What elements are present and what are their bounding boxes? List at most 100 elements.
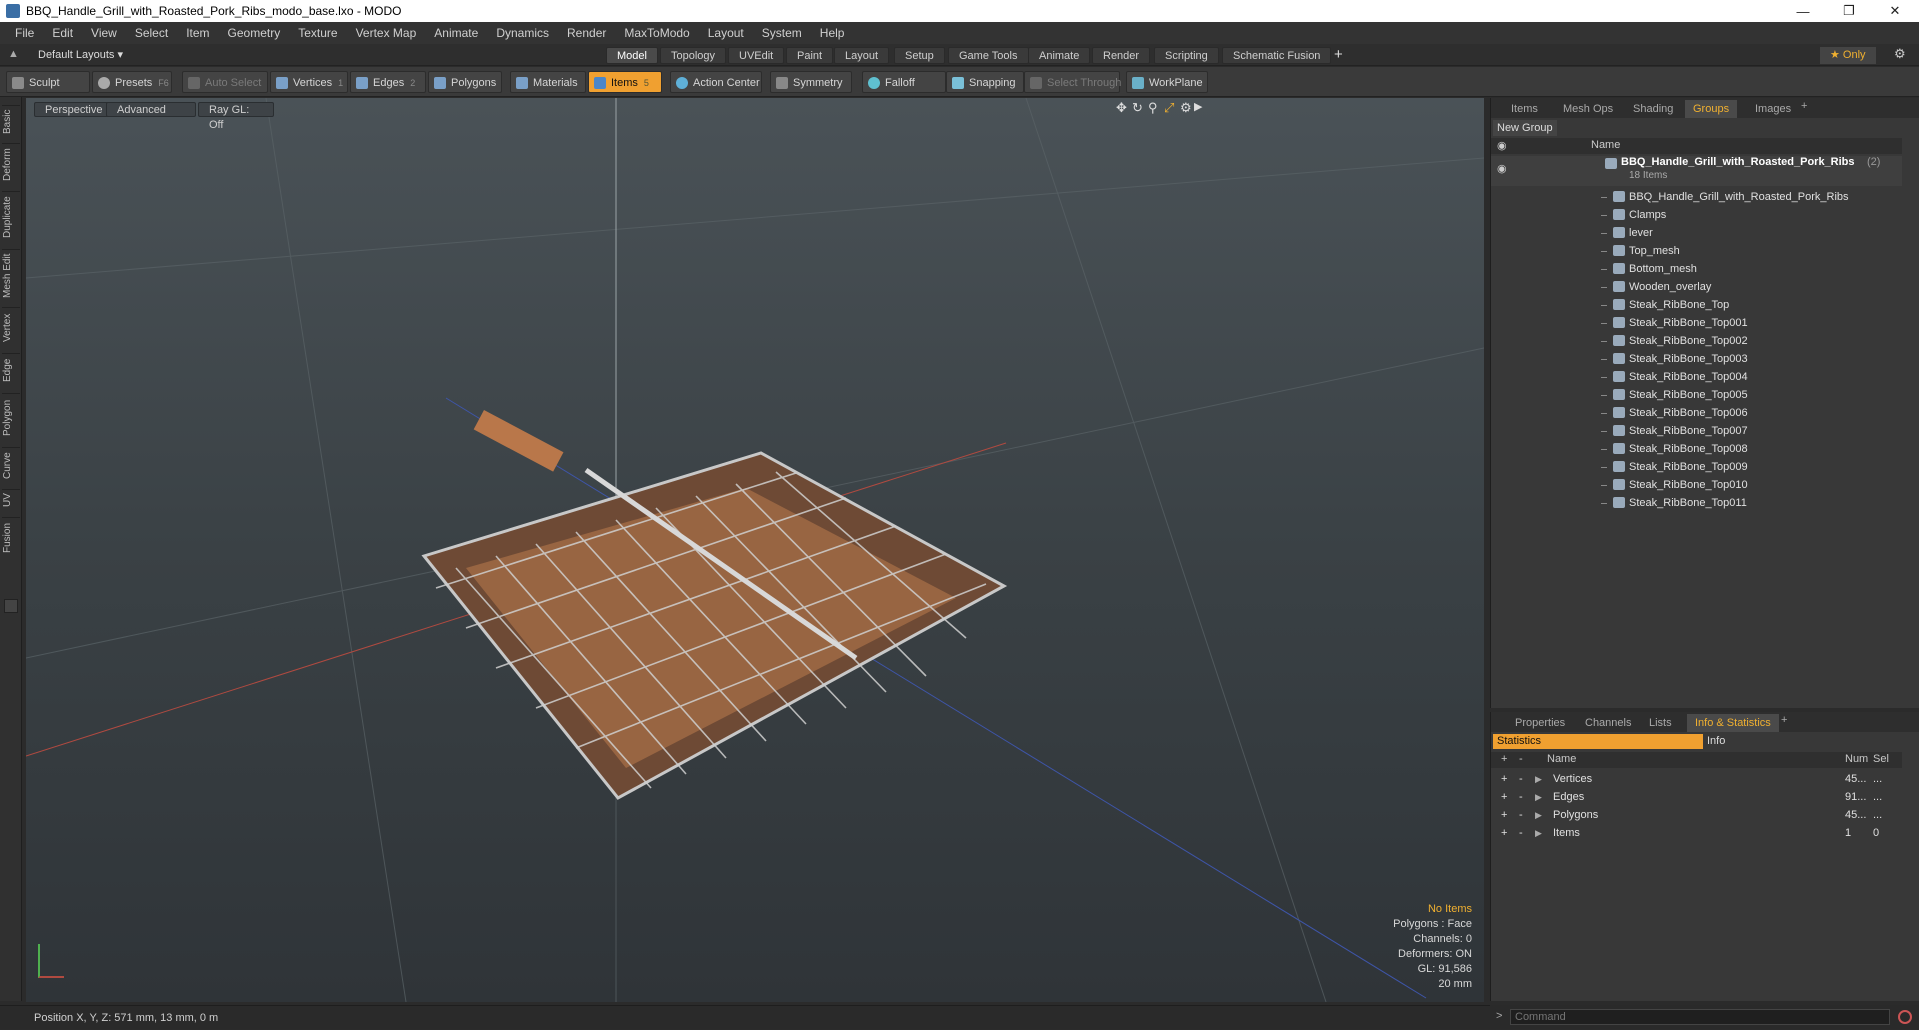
menu-texture[interactable]: Texture (289, 22, 346, 44)
tab-scripting[interactable]: Scripting (1154, 47, 1219, 64)
list-item[interactable]: Steak_RibBone_Top001 (1491, 314, 1902, 332)
auto-select-button[interactable]: Auto Select (182, 71, 268, 93)
only-toggle[interactable]: ★ Only (1820, 47, 1876, 64)
add-info-tab-button[interactable]: + (1781, 714, 1787, 726)
materials-button[interactable]: Materials (510, 71, 586, 93)
menu-geometry[interactable]: Geometry (219, 22, 290, 44)
menu-system[interactable]: System (753, 22, 811, 44)
expand-all-icon[interactable]: + (1501, 753, 1507, 765)
info-tab[interactable]: Info (1707, 734, 1725, 749)
tab-schematic-fusion[interactable]: Schematic Fusion (1222, 47, 1332, 64)
vtab-deform[interactable]: Deform (2, 143, 20, 185)
menu-help[interactable]: Help (811, 22, 854, 44)
menu-item[interactable]: Item (177, 22, 218, 44)
list-item[interactable]: Steak_RibBone_Top005 (1491, 386, 1902, 404)
viewport-settings-icon[interactable]: ⚙ (1180, 100, 1192, 116)
maximize-button[interactable]: ❐ (1826, 0, 1872, 22)
tab-channels[interactable]: Channels (1577, 714, 1639, 732)
action-center-button[interactable]: Action Center (670, 71, 762, 93)
list-item[interactable]: Steak_RibBone_Top003 (1491, 350, 1902, 368)
vtab-uv[interactable]: UV (2, 489, 20, 511)
tab-shading[interactable]: Shading (1625, 100, 1681, 118)
list-item[interactable]: lever (1491, 224, 1902, 242)
menu-file[interactable]: File (6, 22, 43, 44)
menu-layout[interactable]: Layout (699, 22, 753, 44)
tab-lists[interactable]: Lists (1641, 714, 1680, 732)
workplane-button[interactable]: WorkPlane (1126, 71, 1208, 93)
command-input[interactable] (1510, 1009, 1890, 1025)
table-row[interactable]: + - ▶ Vertices 45...... (1491, 770, 1902, 788)
list-item[interactable]: Steak_RibBone_Top006 (1491, 404, 1902, 422)
vtab-fusion[interactable]: Fusion (2, 517, 20, 557)
raygl-toggle[interactable]: Ray GL: Off (198, 102, 274, 131)
strip-toggle-button[interactable] (4, 599, 18, 613)
record-icon[interactable] (1898, 1010, 1912, 1024)
menu-select[interactable]: Select (126, 22, 177, 44)
vtab-polygon[interactable]: Polygon (2, 393, 20, 441)
tab-model[interactable]: Model (606, 47, 658, 64)
zoom-icon[interactable]: ⚲ (1148, 100, 1158, 116)
menu-animate[interactable]: Animate (425, 22, 487, 44)
close-button[interactable]: ✕ (1872, 0, 1918, 22)
falloff-button[interactable]: Falloff (862, 71, 946, 93)
table-row[interactable]: + - ▶ Polygons 45...... (1491, 806, 1902, 824)
tab-properties[interactable]: Properties (1507, 714, 1573, 732)
vtab-edge[interactable]: Edge (2, 353, 20, 387)
minimize-button[interactable]: — (1780, 0, 1826, 22)
layout-preset-dropdown[interactable]: Default Layouts ▾ (38, 48, 123, 61)
list-item[interactable]: BBQ_Handle_Grill_with_Roasted_Pork_Ribs (1491, 188, 1902, 206)
tab-images[interactable]: Images (1747, 100, 1799, 118)
tab-groups[interactable]: Groups (1685, 100, 1738, 118)
new-group-button[interactable]: New Group (1493, 120, 1557, 136)
list-item[interactable]: Steak_RibBone_Top004 (1491, 368, 1902, 386)
list-item[interactable]: Top_mesh (1491, 242, 1902, 260)
tab-info-statistics[interactable]: Info & Statistics (1687, 714, 1779, 732)
polygons-button[interactable]: Polygons (428, 71, 502, 93)
items-button[interactable]: Items 5 (588, 71, 662, 93)
vtab-curve[interactable]: Curve (2, 447, 20, 483)
layout-arrow-icon[interactable]: ▲ (8, 48, 19, 60)
group-root-row[interactable]: ◉ BBQ_Handle_Grill_with_Roasted_Pork_Rib… (1491, 156, 1902, 186)
tab-mesh-ops[interactable]: Mesh Ops (1555, 100, 1621, 118)
vtab-duplicate[interactable]: Duplicate (2, 191, 20, 243)
3d-viewport[interactable]: Perspective Advanced Ray GL: Off ✥ ↻ ⚲ ⤢… (26, 98, 1484, 1002)
add-tab-button[interactable]: + (1334, 46, 1343, 63)
symmetry-button[interactable]: Symmetry (770, 71, 852, 93)
vertices-button[interactable]: Vertices 1 (270, 71, 348, 93)
snapping-button[interactable]: Snapping (946, 71, 1024, 93)
list-item[interactable]: Steak_RibBone_Top009 (1491, 458, 1902, 476)
list-item[interactable]: Steak_RibBone_Top010 (1491, 476, 1902, 494)
select-through-button[interactable]: Select Through (1024, 71, 1121, 93)
menu-view[interactable]: View (82, 22, 126, 44)
tab-items[interactable]: Items (1503, 100, 1546, 118)
menu-dynamics[interactable]: Dynamics (487, 22, 558, 44)
shading-advanced-dropdown[interactable]: Advanced (106, 102, 196, 117)
tab-setup[interactable]: Setup (894, 47, 945, 64)
tab-render[interactable]: Render (1092, 47, 1151, 64)
list-item[interactable]: Steak_RibBone_Top008 (1491, 440, 1902, 458)
fit-view-icon[interactable]: ⤢ (1164, 100, 1174, 116)
vtab-basic[interactable]: Basic (2, 105, 20, 137)
menu-edit[interactable]: Edit (43, 22, 82, 44)
list-item[interactable]: Steak_RibBone_Top007 (1491, 422, 1902, 440)
root-eye-icon[interactable]: ◉ (1497, 162, 1507, 175)
tab-animate[interactable]: Animate (1028, 47, 1091, 64)
menu-vertex-map[interactable]: Vertex Map (347, 22, 426, 44)
list-item[interactable]: Bottom_mesh (1491, 260, 1902, 278)
tab-paint[interactable]: Paint (786, 47, 834, 64)
list-item[interactable]: Steak_RibBone_Top011 (1491, 494, 1902, 512)
tab-layout[interactable]: Layout (834, 47, 890, 64)
gear-icon[interactable]: ⚙ (1894, 46, 1906, 62)
list-item[interactable]: Clamps (1491, 206, 1902, 224)
rotate-icon[interactable]: ↻ (1132, 100, 1143, 116)
menu-maxtomodo[interactable]: MaxToModo (615, 22, 698, 44)
tab-uvedit[interactable]: UVEdit (728, 47, 785, 64)
view-perspective-dropdown[interactable]: Perspective (34, 102, 110, 117)
tab-game-tools[interactable]: Game Tools (948, 47, 1029, 64)
add-panel-tab-button[interactable]: + (1801, 100, 1807, 112)
list-item[interactable]: Steak_RibBone_Top (1491, 296, 1902, 314)
sculpt-button[interactable]: Sculpt (6, 71, 90, 93)
vtab-mesh-edit[interactable]: Mesh Edit (2, 249, 20, 301)
edges-button[interactable]: Edges 2 (350, 71, 426, 93)
statistics-tab[interactable]: Statistics (1493, 734, 1703, 749)
